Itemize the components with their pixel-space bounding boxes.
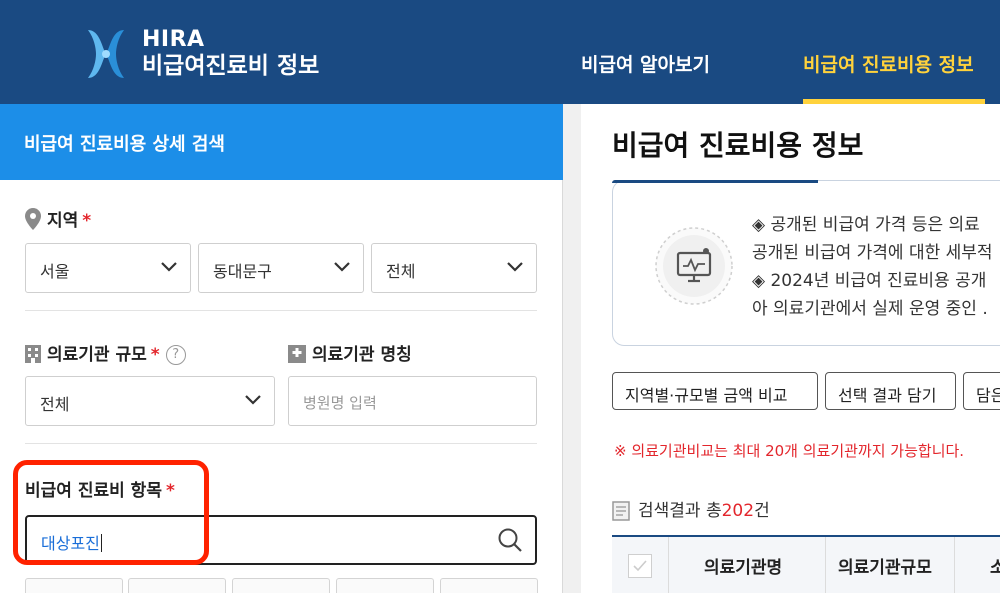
category-button[interactable] xyxy=(128,578,226,593)
region-city-value: 서울 xyxy=(40,262,70,281)
notice-line: ◈ 공개된 비급여 가격 등은 의료 xyxy=(752,215,980,235)
nav-active-underline xyxy=(803,99,985,104)
category-button[interactable] xyxy=(232,578,330,593)
column-hospital-name[interactable]: 의료기관명 xyxy=(704,553,782,578)
required-mark: * xyxy=(82,211,92,231)
saved-items-button[interactable]: 담은 xyxy=(963,372,1000,410)
region-dong-value: 전체 xyxy=(386,262,416,281)
map-pin-icon xyxy=(25,208,41,230)
document-icon xyxy=(612,501,630,521)
region-district-select[interactable]: 동대문구 xyxy=(198,243,364,293)
scale-label-group: 의료기관 규모 *? xyxy=(25,340,186,365)
panel-title: 비급여 진료비용 상세 검색 xyxy=(0,104,563,180)
region-label: 지역 xyxy=(47,211,79,231)
column-next[interactable]: 소 xyxy=(990,553,1000,578)
save-selection-button[interactable]: 선택 결과 담기 xyxy=(825,372,956,410)
name-label: 의료기관 명칭 xyxy=(312,345,412,365)
compare-region-scale-button[interactable]: 지역별·규모별 금액 비교 xyxy=(612,372,818,410)
building-icon xyxy=(288,345,306,363)
notice-accent xyxy=(612,180,818,183)
region-dong-select[interactable]: 전체 xyxy=(371,243,537,293)
hospital-name-input[interactable]: 병원명 입력 xyxy=(288,376,537,426)
logo-text[interactable]: HIRA 비급여진료비 정보 xyxy=(142,28,319,80)
hira-logo-icon[interactable] xyxy=(84,26,128,82)
computer-icon xyxy=(655,227,733,305)
scale-select[interactable]: 전체 xyxy=(25,376,275,426)
result-count: 202 xyxy=(721,501,755,521)
scale-value: 전체 xyxy=(40,395,70,414)
divider xyxy=(25,310,537,311)
results-table-header: 의료기관명 의료기관규모 소 xyxy=(612,535,1000,593)
column-hospital-scale[interactable]: 의료기관규모 xyxy=(838,553,932,578)
top-header: HIRA 비급여진료비 정보 비급여 알아보기 비급여 진료비용 정보 xyxy=(0,0,1000,104)
search-icon[interactable] xyxy=(497,527,523,553)
category-button[interactable] xyxy=(440,578,538,593)
logo-en: HIRA xyxy=(142,27,205,52)
required-mark: * xyxy=(150,345,160,365)
column-separator xyxy=(954,537,955,593)
highlight-annotation xyxy=(13,460,209,565)
checkmark-icon xyxy=(633,560,647,572)
nav-noncovered-info[interactable]: 비급여 알아보기 xyxy=(581,50,710,77)
result-prefix: 검색결과 총 xyxy=(638,501,722,521)
column-separator xyxy=(668,537,669,593)
scale-label: 의료기관 규모 xyxy=(47,345,147,365)
chevron-down-icon xyxy=(245,395,261,405)
region-label-group: 지역 * xyxy=(25,206,91,231)
compare-limit-warning: ※ 의료기관비교는 최대 20개 의료기관까지 가능합니다. xyxy=(614,442,965,460)
category-button[interactable] xyxy=(25,578,123,593)
hospital-icon xyxy=(25,345,41,363)
chevron-down-icon xyxy=(334,262,350,272)
hospital-name-placeholder: 병원명 입력 xyxy=(303,394,377,412)
notice-line: 아 의료기관에서 실제 운영 중인 . xyxy=(752,299,988,319)
notice-line: ◈ 2024년 비급여 진료비용 공개 xyxy=(752,271,987,291)
select-all-checkbox[interactable] xyxy=(628,554,652,578)
logo-ko: 비급여진료비 정보 xyxy=(142,53,320,79)
help-icon[interactable]: ? xyxy=(165,345,186,365)
result-suffix: 건 xyxy=(754,501,770,521)
nav-noncovered-cost[interactable]: 비급여 진료비용 정보 xyxy=(803,50,974,77)
column-separator xyxy=(825,537,826,593)
region-district-value: 동대문구 xyxy=(213,262,272,281)
divider xyxy=(25,443,537,444)
notice-line: 공개된 비급여 가격에 대한 세부적 xyxy=(752,243,993,263)
page-title: 비급여 진료비용 정보 xyxy=(612,129,864,162)
chevron-down-icon xyxy=(161,262,177,272)
chevron-down-icon xyxy=(507,262,523,272)
name-label-group: 의료기관 명칭 xyxy=(288,340,412,365)
region-city-select[interactable]: 서울 xyxy=(25,243,191,293)
result-count-line: 검색결과 총202건 xyxy=(612,496,770,521)
panel-gap xyxy=(563,104,581,593)
category-button[interactable] xyxy=(336,578,434,593)
